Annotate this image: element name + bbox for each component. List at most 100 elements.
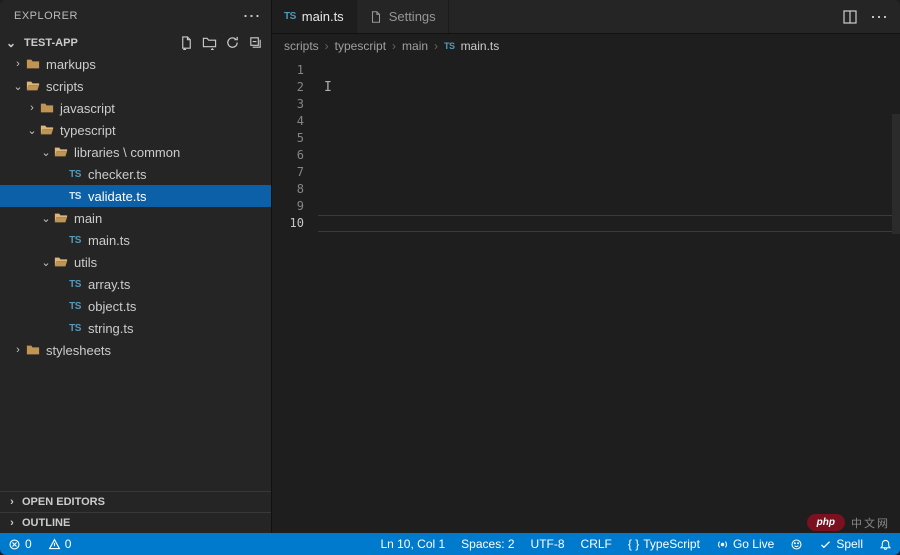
- crumb[interactable]: typescript: [335, 39, 386, 53]
- tree-file-main-ts[interactable]: TS main.ts: [0, 229, 271, 251]
- code-content[interactable]: I: [318, 58, 900, 533]
- chevron-down-icon: ⌄: [40, 212, 52, 225]
- tree-label: main: [74, 211, 102, 226]
- status-go-live[interactable]: Go Live: [708, 533, 782, 555]
- tree-folder-typescript[interactable]: ⌄ typescript: [0, 119, 271, 141]
- status-warnings[interactable]: 0: [40, 533, 80, 555]
- line-number: 5: [272, 130, 304, 147]
- collapse-all-icon[interactable]: [248, 35, 263, 50]
- line-number: 4: [272, 113, 304, 130]
- tree-label: scripts: [46, 79, 84, 94]
- status-eol[interactable]: CRLF: [573, 533, 620, 555]
- line-number: 7: [272, 164, 304, 181]
- tree-folder-markups[interactable]: › markups: [0, 53, 271, 75]
- more-actions-icon[interactable]: ⋯: [870, 12, 888, 22]
- new-file-icon[interactable]: [179, 35, 194, 50]
- new-folder-icon[interactable]: [202, 35, 217, 50]
- watermark-text: 中文网: [851, 515, 890, 531]
- text-cursor-icon: I: [324, 80, 325, 95]
- vertical-scrollbar[interactable]: [890, 58, 900, 533]
- tree-file-string[interactable]: TS string.ts: [0, 317, 271, 339]
- chevron-down-icon: ⌄: [12, 80, 24, 93]
- tree-folder-scripts[interactable]: ⌄ scripts: [0, 75, 271, 97]
- breadcrumbs[interactable]: scripts › typescript › main › TS main.ts: [272, 34, 900, 58]
- split-editor-icon[interactable]: [842, 9, 858, 25]
- warning-count: 0: [65, 537, 72, 551]
- ts-file-icon: TS: [284, 11, 296, 22]
- tree-file-checker[interactable]: TS checker.ts: [0, 163, 271, 185]
- project-name: TEST-APP: [24, 37, 173, 49]
- status-ln-col[interactable]: Ln 10, Col 1: [372, 533, 453, 555]
- line-number: 1: [272, 62, 304, 79]
- status-right: Ln 10, Col 1 Spaces: 2 UTF-8 CRLF { }Typ…: [372, 533, 900, 555]
- status-encoding[interactable]: UTF-8: [523, 533, 573, 555]
- braces-icon: { }: [628, 537, 639, 551]
- more-actions-icon[interactable]: ⋯: [243, 11, 262, 21]
- tab-settings[interactable]: Settings: [357, 0, 449, 33]
- status-feedback[interactable]: [782, 533, 811, 555]
- tree-label: main.ts: [88, 233, 130, 248]
- ts-file-icon: TS: [444, 41, 455, 51]
- crumb[interactable]: scripts: [284, 39, 319, 53]
- error-count: 0: [25, 537, 32, 551]
- status-language-mode[interactable]: { }TypeScript: [620, 533, 708, 555]
- line-number: 8: [272, 181, 304, 198]
- line-number: 2: [272, 79, 304, 96]
- status-notifications[interactable]: [871, 533, 900, 555]
- ts-file-icon: TS: [66, 301, 84, 312]
- line-number-current: 10: [272, 215, 304, 232]
- status-errors[interactable]: 0: [0, 533, 40, 555]
- chevron-right-icon: ›: [434, 39, 438, 53]
- project-action-icons: [179, 35, 263, 50]
- chevron-down-icon: ⌄: [40, 146, 52, 159]
- project-header[interactable]: ⌄ TEST-APP: [0, 32, 271, 53]
- tree-label: checker.ts: [88, 167, 147, 182]
- folder-open-icon: [38, 123, 56, 137]
- tab-main-ts[interactable]: TS main.ts: [272, 0, 357, 33]
- tree-file-array[interactable]: TS array.ts: [0, 273, 271, 295]
- explorer-title: EXPLORER: [14, 10, 78, 22]
- tree-folder-javascript[interactable]: › javascript: [0, 97, 271, 119]
- ts-file-icon: TS: [66, 235, 84, 246]
- tree-folder-stylesheets[interactable]: › stylesheets: [0, 339, 271, 361]
- chevron-right-icon: ›: [26, 102, 38, 114]
- folder-icon: [38, 101, 56, 115]
- line-number: 3: [272, 96, 304, 113]
- tree-folder-utils[interactable]: ⌄ utils: [0, 251, 271, 273]
- crumb[interactable]: main: [402, 39, 428, 53]
- warning-icon: [48, 538, 61, 551]
- open-editors-section[interactable]: › OPEN EDITORS: [0, 491, 271, 512]
- folder-icon: [24, 57, 42, 71]
- editor-actions: ⋯: [830, 0, 900, 33]
- chevron-down-icon: ⌄: [40, 256, 52, 269]
- status-spell[interactable]: Spell: [811, 533, 871, 555]
- file-tree: › markups ⌄ scripts › javascript: [0, 53, 271, 361]
- project-section: ⌄ TEST-APP › markups: [0, 32, 271, 365]
- outline-section[interactable]: › OUTLINE: [0, 512, 271, 533]
- tree-folder-libraries-common[interactable]: ⌄ libraries \ common: [0, 141, 271, 163]
- crumb[interactable]: main.ts: [461, 39, 500, 53]
- section-label: OUTLINE: [22, 517, 70, 529]
- tree-label: stylesheets: [46, 343, 111, 358]
- chevron-right-icon: ›: [6, 496, 18, 508]
- tree-file-validate[interactable]: TS validate.ts: [0, 185, 271, 207]
- status-indentation[interactable]: Spaces: 2: [453, 533, 522, 555]
- ts-file-icon: TS: [66, 191, 84, 202]
- broadcast-icon: [716, 538, 729, 551]
- feedback-smiley-icon: [790, 538, 803, 551]
- code-editor[interactable]: 1 2 3 4 5 6 7 8 9 10 I: [272, 58, 900, 533]
- folder-icon: [24, 343, 42, 357]
- sidebar-bottom-sections: › OPEN EDITORS › OUTLINE: [0, 491, 271, 533]
- line-number: 9: [272, 198, 304, 215]
- tree-folder-main[interactable]: ⌄ main: [0, 207, 271, 229]
- tree-file-object[interactable]: TS object.ts: [0, 295, 271, 317]
- folder-open-icon: [24, 79, 42, 93]
- chevron-right-icon: ›: [12, 58, 24, 70]
- bell-icon: [879, 538, 892, 551]
- chevron-down-icon: ⌄: [26, 124, 38, 137]
- line-number-gutter: 1 2 3 4 5 6 7 8 9 10: [272, 58, 318, 533]
- tree-label: validate.ts: [88, 189, 147, 204]
- refresh-icon[interactable]: [225, 35, 240, 50]
- chevron-right-icon: ›: [325, 39, 329, 53]
- section-label: OPEN EDITORS: [22, 496, 105, 508]
